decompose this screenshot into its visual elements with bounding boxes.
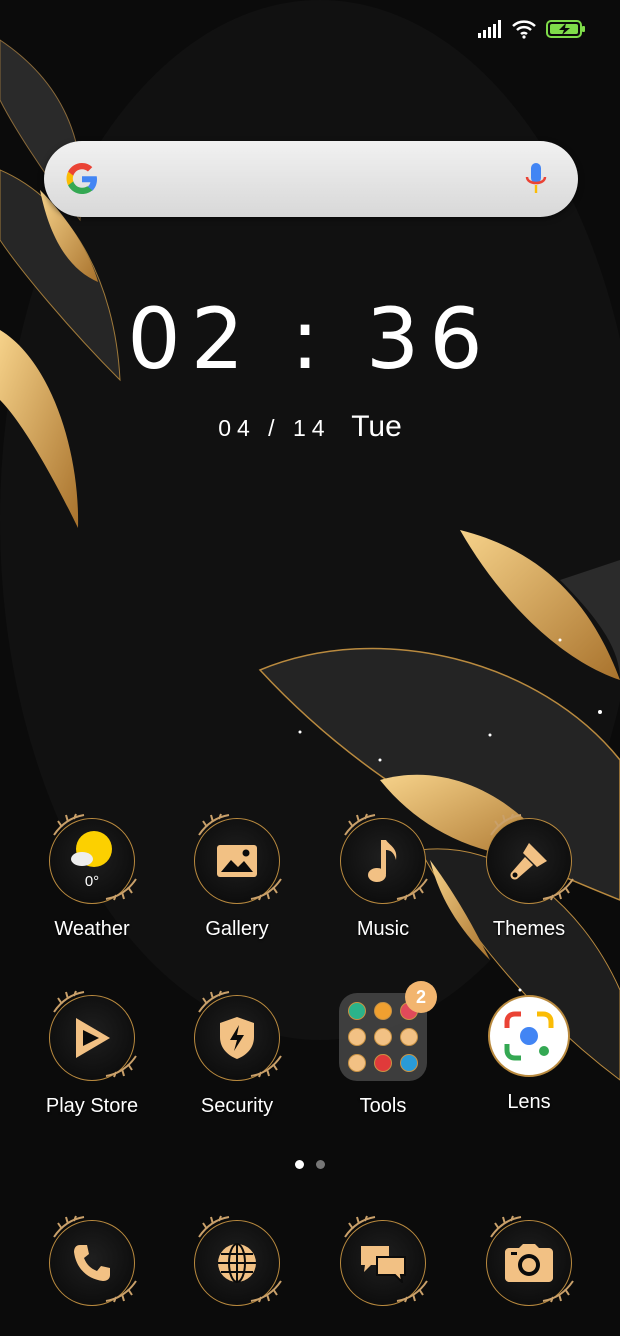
status-bar bbox=[478, 14, 586, 44]
leaf-decoration-icon bbox=[490, 813, 522, 836]
messages-icon bbox=[340, 1215, 428, 1306]
leaf-decoration-icon bbox=[396, 878, 428, 901]
page-indicator bbox=[0, 1160, 620, 1169]
google-search-bar[interactable] bbox=[44, 141, 578, 217]
camera-glyph-icon bbox=[505, 1244, 553, 1282]
leaf-decoration-icon bbox=[198, 1215, 230, 1238]
handset-glyph-icon bbox=[74, 1245, 110, 1281]
leaf-decoration-icon bbox=[490, 1215, 522, 1238]
signal-icon bbox=[478, 20, 501, 38]
app-label: Play Store bbox=[45, 1095, 139, 1117]
brush-glyph-icon bbox=[510, 843, 547, 880]
date-text: 04 / 14 bbox=[218, 415, 331, 441]
gallery-icon bbox=[194, 813, 282, 904]
page-dot[interactable] bbox=[316, 1160, 325, 1169]
mini-app-icon bbox=[400, 1028, 418, 1046]
image-glyph-icon bbox=[217, 845, 257, 877]
lens-glyph-icon bbox=[504, 1011, 554, 1061]
app-label: Gallery bbox=[205, 918, 269, 940]
leaf-decoration-icon bbox=[53, 990, 85, 1013]
dock-phone[interactable] bbox=[19, 1215, 165, 1306]
clock-time[interactable]: 02 : 36 bbox=[0, 290, 620, 388]
app-label: Weather bbox=[54, 918, 130, 940]
weekday-text: Tue bbox=[351, 410, 402, 443]
app-tools-folder[interactable]: 2 Tools bbox=[310, 981, 456, 1118]
folder-grid bbox=[348, 1002, 418, 1072]
folder-icon: 2 bbox=[339, 981, 437, 1081]
wifi-icon bbox=[512, 20, 536, 39]
google-logo bbox=[66, 163, 97, 194]
dock-camera[interactable] bbox=[456, 1215, 602, 1306]
phone-icon bbox=[49, 1215, 137, 1306]
mini-app-icon bbox=[400, 1054, 418, 1072]
globe-glyph-icon bbox=[218, 1243, 256, 1283]
app-label: Themes bbox=[492, 918, 566, 940]
mini-app-icon bbox=[374, 1002, 392, 1020]
app-label: Tools bbox=[359, 1095, 407, 1117]
chat-bubbles-glyph-icon bbox=[361, 1246, 406, 1283]
app-label: Security bbox=[200, 1095, 274, 1117]
music-icon bbox=[340, 813, 428, 904]
app-label: Music bbox=[356, 918, 410, 940]
app-security[interactable]: Security bbox=[164, 990, 310, 1118]
camera-icon bbox=[486, 1215, 574, 1306]
sun-cloud-icon bbox=[71, 831, 112, 867]
leaf-decoration-icon bbox=[198, 813, 230, 836]
battery-charging-icon bbox=[546, 20, 585, 38]
leaf-decoration-icon bbox=[250, 878, 282, 901]
play-triangle-glyph-icon bbox=[76, 1018, 110, 1058]
browser-icon bbox=[194, 1215, 282, 1306]
app-lens[interactable]: Lens bbox=[456, 995, 602, 1114]
app-label: Lens bbox=[507, 1091, 551, 1113]
leaf-decoration-icon bbox=[344, 1215, 376, 1238]
play-store-icon bbox=[49, 990, 137, 1081]
brush-icon bbox=[486, 813, 574, 904]
app-gallery[interactable]: Gallery bbox=[164, 813, 310, 941]
app-themes[interactable]: Themes bbox=[456, 813, 602, 941]
shield-glyph-icon bbox=[220, 1017, 254, 1059]
music-note-glyph-icon bbox=[368, 840, 397, 882]
leaf-decoration-icon bbox=[53, 1215, 85, 1238]
dock-browser[interactable] bbox=[164, 1215, 310, 1306]
mini-app-icon bbox=[348, 1054, 366, 1072]
mini-app-icon bbox=[348, 1028, 366, 1046]
clock-date: 04 / 14 Tue bbox=[0, 410, 620, 444]
security-icon bbox=[194, 990, 282, 1081]
notification-badge: 2 bbox=[405, 981, 437, 1013]
weather-icon: 0° bbox=[49, 813, 137, 904]
page-dot-active[interactable] bbox=[295, 1160, 304, 1169]
dock-messages[interactable] bbox=[310, 1215, 456, 1306]
app-weather[interactable]: 0° Weather bbox=[19, 813, 165, 941]
app-play-store[interactable]: Play Store bbox=[19, 990, 165, 1118]
leaf-decoration-icon bbox=[542, 1280, 574, 1303]
mini-app-icon bbox=[374, 1028, 392, 1046]
leaf-decoration-icon bbox=[198, 990, 230, 1013]
mic-icon[interactable] bbox=[524, 161, 548, 197]
mini-app-icon bbox=[374, 1054, 392, 1072]
leaf-decoration-icon bbox=[344, 813, 376, 836]
app-music[interactable]: Music bbox=[310, 813, 456, 941]
weather-temp: 0° bbox=[84, 873, 100, 890]
lens-icon bbox=[488, 995, 570, 1077]
mini-app-icon bbox=[348, 1002, 366, 1020]
